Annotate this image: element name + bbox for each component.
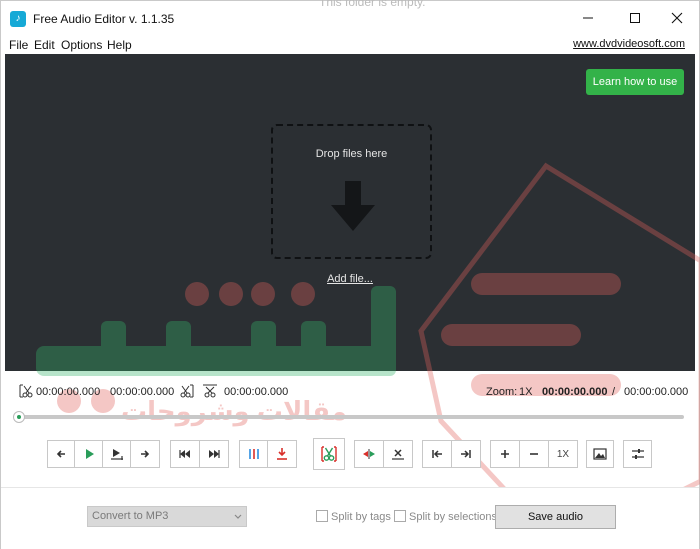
zoom-reset-button[interactable]: 1X: [548, 440, 578, 468]
close-button[interactable]: [654, 1, 699, 35]
skip-forward-button[interactable]: [199, 440, 229, 468]
menu-help[interactable]: Help: [107, 38, 132, 52]
split-by-selections-label[interactable]: Split by selections: [409, 511, 497, 523]
sliders-icon: [631, 449, 644, 459]
maximize-icon: [629, 13, 640, 23]
forward-button[interactable]: [130, 440, 160, 468]
save-audio-button[interactable]: Save audio: [495, 505, 616, 529]
window-title: Free Audio Editor v. 1.1.35: [33, 12, 175, 26]
split-markers-icon: [248, 449, 259, 459]
zoom-reset-label: 1X: [556, 448, 570, 460]
position-slider-thumb[interactable]: [13, 411, 25, 423]
maximize-button[interactable]: [612, 1, 657, 35]
cut-end-icon: [180, 384, 194, 398]
play-icon: [85, 449, 94, 459]
image-button[interactable]: [586, 440, 614, 468]
cut-range-icon: [203, 384, 217, 398]
drop-files-label: Drop files here: [315, 148, 388, 160]
background-window-text: This folder is empty.: [319, 0, 426, 9]
zoom-in-button[interactable]: [490, 440, 520, 468]
drop-zone[interactable]: Drop files here: [271, 124, 432, 259]
image-icon: [593, 448, 607, 460]
time-separator: /: [612, 386, 616, 398]
menu-edit[interactable]: Edit: [34, 38, 55, 52]
minimize-icon: [582, 17, 593, 19]
zoom-out-button[interactable]: [519, 440, 549, 468]
rewind-button[interactable]: [47, 440, 75, 468]
download-arrow-icon: [331, 181, 375, 231]
cut-button[interactable]: [313, 438, 345, 470]
title-bar: This folder is empty. ♪ Free Audio Edito…: [1, 0, 699, 35]
delete-selection-icon: [392, 449, 404, 460]
play-selection-icon: [110, 449, 123, 460]
split-markers-button[interactable]: [239, 440, 268, 468]
cut-start-icon: [19, 384, 33, 398]
menu-options[interactable]: Options: [61, 38, 102, 52]
selection-start-time[interactable]: 00:00:00.000: [36, 386, 100, 398]
download-marker-icon: [277, 448, 287, 460]
play-selection-button[interactable]: [102, 440, 131, 468]
skip-back-button[interactable]: [170, 440, 200, 468]
skip-forward-icon: [209, 450, 220, 458]
learn-how-to-use-button[interactable]: Learn how to use: [586, 69, 684, 95]
plus-icon: [501, 450, 509, 458]
settings-button[interactable]: [623, 440, 652, 468]
split-by-tags-label[interactable]: Split by tags: [331, 511, 391, 523]
split-by-selections-checkbox[interactable]: [394, 510, 406, 522]
editor-toolbar: 1X: [1, 435, 699, 475]
arrow-right-icon: [141, 450, 150, 458]
split-by-tags-checkbox[interactable]: [316, 510, 328, 522]
insert-marker-button[interactable]: [267, 440, 297, 468]
format-select[interactable]: Convert to MP3: [87, 506, 247, 527]
go-to-end-button[interactable]: [451, 440, 481, 468]
close-icon: [671, 12, 682, 24]
time-bar: 00:00:00.000 00:00:00.000 00:00:00.000 Z…: [5, 379, 695, 403]
go-to-end-icon: [461, 450, 471, 458]
position-slider-track[interactable]: [14, 415, 684, 419]
bottom-bar: Convert to MP3 Split by tags Split by se…: [1, 487, 699, 549]
waveform-workspace[interactable]: Learn how to use Drop files here Add fil…: [5, 54, 695, 371]
go-to-start-button[interactable]: [422, 440, 452, 468]
app-logo-icon: ♪: [10, 11, 26, 27]
minimize-button[interactable]: [565, 1, 610, 35]
chevron-down-icon: [234, 514, 242, 519]
insert-button[interactable]: [354, 440, 384, 468]
selection-end-time[interactable]: 00:00:00.000: [110, 386, 174, 398]
current-time: 00:00:00.000: [542, 386, 608, 398]
format-select-value: Convert to MP3: [92, 510, 169, 522]
scissors-icon: [321, 446, 337, 462]
app-window: This folder is empty. ♪ Free Audio Edito…: [0, 0, 700, 549]
insert-icon: [363, 449, 375, 459]
skip-back-icon: [179, 450, 190, 458]
delete-selection-button[interactable]: [383, 440, 413, 468]
arrow-left-icon: [56, 450, 65, 458]
cut-time[interactable]: 00:00:00.000: [224, 386, 288, 398]
menu-file[interactable]: File: [9, 38, 28, 52]
add-file-link[interactable]: Add file...: [5, 273, 695, 285]
zoom-label: Zoom:: [486, 386, 518, 398]
total-time: 00:00:00.000: [624, 386, 689, 398]
go-to-start-icon: [432, 450, 442, 458]
website-link[interactable]: www.dvdvideosoft.com: [573, 38, 685, 50]
minus-icon: [530, 453, 538, 455]
menu-bar: File Edit Options Help www.dvdvideosoft.…: [1, 35, 699, 54]
zoom-value: 1X: [519, 386, 533, 398]
play-button[interactable]: [74, 440, 103, 468]
